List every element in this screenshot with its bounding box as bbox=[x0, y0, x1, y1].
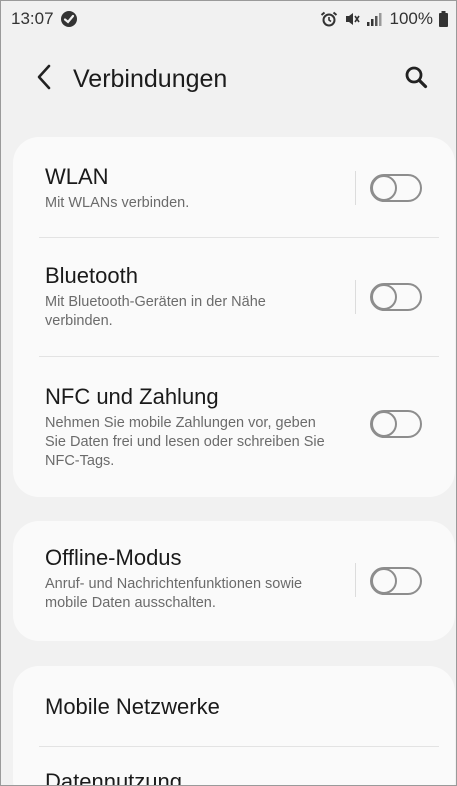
search-button[interactable] bbox=[396, 59, 436, 99]
app-bar: Verbindungen bbox=[1, 37, 456, 121]
toggle-knob bbox=[371, 411, 397, 437]
signal-icon bbox=[366, 12, 384, 26]
menu-item-label: Mobile Netzwerke bbox=[45, 694, 220, 719]
setting-subtitle: Nehmen Sie mobile Zahlungen vor, geben S… bbox=[45, 415, 325, 469]
status-left: 13:07 bbox=[11, 9, 78, 29]
offline-card: Offline-Modus Anruf- und Nachrichtenfunk… bbox=[13, 521, 455, 641]
setting-row-offline-mode[interactable]: Offline-Modus Anruf- und Nachrichtenfunk… bbox=[13, 521, 455, 641]
setting-title: NFC und Zahlung bbox=[45, 384, 219, 409]
back-arrow-icon bbox=[36, 64, 52, 95]
row-separator bbox=[355, 280, 356, 314]
alarm-icon bbox=[320, 11, 338, 27]
search-icon bbox=[404, 65, 428, 94]
phone-screen: 13:07 100% Verbindungen WLAN Mit WLANs v… bbox=[0, 0, 457, 786]
setting-row-wlan[interactable]: WLAN Mit WLANs verbinden. bbox=[13, 137, 455, 237]
row-separator bbox=[355, 171, 356, 205]
setting-row-bluetooth[interactable]: Bluetooth Mit Bluetooth-Geräten in der N… bbox=[13, 238, 455, 356]
row-separator bbox=[355, 563, 356, 597]
toggle-knob bbox=[371, 175, 397, 201]
back-button[interactable] bbox=[29, 59, 59, 99]
toggle-knob bbox=[371, 568, 397, 594]
page-title: Verbindungen bbox=[73, 64, 228, 93]
battery-icon bbox=[439, 11, 448, 27]
networks-card: Mobile Netzwerke Datennutzung bbox=[13, 666, 455, 786]
nfc-toggle[interactable] bbox=[370, 410, 422, 438]
status-bar: 13:07 100% bbox=[1, 1, 456, 37]
bluetooth-toggle[interactable] bbox=[370, 283, 422, 311]
setting-row-nfc[interactable]: NFC und Zahlung Nehmen Sie mobile Zahlun… bbox=[13, 357, 455, 497]
connections-card: WLAN Mit WLANs verbinden. Bluetooth Mit … bbox=[13, 137, 455, 497]
toggle-knob bbox=[371, 284, 397, 310]
battery-percent: 100% bbox=[389, 9, 433, 28]
menu-item-data-usage[interactable]: Datennutzung bbox=[13, 747, 455, 786]
sync-badge-icon bbox=[60, 10, 78, 28]
setting-subtitle: Anruf- und Nachrichtenfunktionen sowie m… bbox=[45, 576, 303, 611]
offline-mode-toggle[interactable] bbox=[370, 567, 422, 595]
menu-item-label: Datennutzung bbox=[45, 769, 182, 786]
status-time: 13:07 bbox=[11, 9, 54, 28]
wlan-toggle[interactable] bbox=[370, 174, 422, 202]
menu-item-mobile-networks[interactable]: Mobile Netzwerke bbox=[13, 666, 455, 746]
setting-subtitle: Mit Bluetooth-Geräten in der Nähe verbin… bbox=[45, 294, 266, 329]
setting-subtitle: Mit WLANs verbinden. bbox=[45, 195, 190, 211]
mute-icon bbox=[344, 11, 360, 27]
status-right: 100% bbox=[320, 9, 448, 29]
